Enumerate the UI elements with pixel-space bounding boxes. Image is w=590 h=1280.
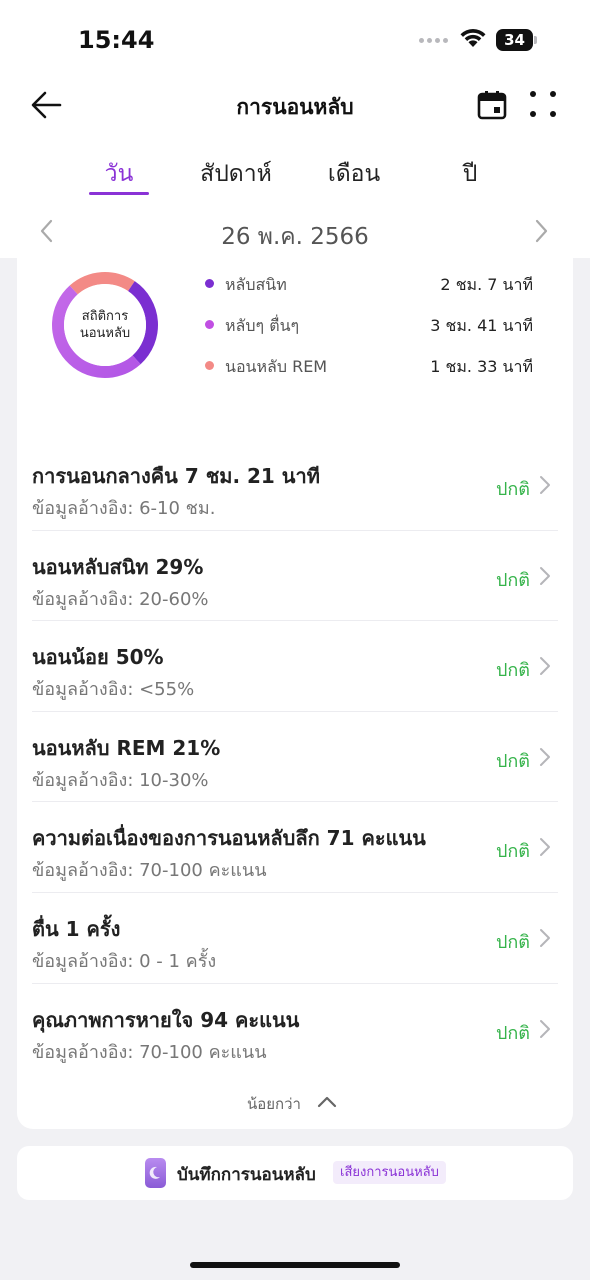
metric-reference: ข้อมูลอ้างอิง: 20-60% bbox=[32, 588, 209, 610]
show-less-label: น้อยกว่า bbox=[247, 1095, 301, 1113]
sleep-record-label: บันทึกการนอนหลับ bbox=[177, 1165, 316, 1185]
chevron-right-icon bbox=[540, 747, 550, 766]
legend-item-rem: นอนหลับ REM 1 ชม. 33 นาที bbox=[203, 352, 533, 393]
signal-icon bbox=[419, 38, 448, 43]
metric-reference: ข้อมูลอ้างอิง: 70-100 คะแนน bbox=[32, 860, 267, 882]
metric-status: ปกติ bbox=[495, 1022, 530, 1044]
metric-reference: ข้อมูลอ้างอิง: 6-10 ชม. bbox=[32, 498, 216, 519]
metric-title: นอนน้อย 50% bbox=[32, 645, 164, 670]
chevron-right-icon bbox=[540, 566, 550, 585]
metric-row-deep-continuity[interactable]: ความต่อเนื่องของการนอนหลับลึก 71 คะแนน ข… bbox=[32, 802, 558, 893]
metric-title: การนอนกลางคืน 7 ชม. 21 นาที bbox=[32, 464, 320, 488]
current-date: 26 พ.ค. 2566 bbox=[221, 224, 369, 250]
legend-item-light: หลับๆ ตื่นๆ 3 ชม. 41 นาที bbox=[203, 311, 533, 352]
donut-label-line2: นอนหลับ bbox=[79, 326, 131, 341]
show-less-toggle[interactable]: น้อยกว่า bbox=[17, 1088, 573, 1116]
status-bar: 15:44 34 bbox=[0, 0, 590, 80]
metric-title: นอนหลับสนิท 29% bbox=[32, 554, 204, 579]
metric-list: การนอนกลางคืน 7 ชม. 21 นาที ข้อมูลอ้างอิ… bbox=[32, 440, 558, 1074]
chevron-right-icon bbox=[540, 476, 550, 494]
metric-status: ปกติ bbox=[495, 931, 530, 953]
metric-status: ปกติ bbox=[495, 660, 530, 682]
moon-icon bbox=[145, 1158, 166, 1188]
status-time: 15:44 bbox=[78, 26, 155, 54]
metric-status: ปกติ bbox=[495, 750, 530, 772]
legend-value: 1 ชม. 33 นาที bbox=[430, 357, 533, 376]
chevron-up-icon bbox=[317, 1096, 337, 1108]
metric-reference: ข้อมูลอ้างอิง: 0 - 1 ครั้ง bbox=[32, 950, 217, 972]
donut-center-label: สถิติการ นอนหลับ bbox=[65, 308, 145, 342]
date-navigator: 26 พ.ค. 2566 bbox=[0, 210, 590, 256]
metric-row-night-sleep[interactable]: การนอนกลางคืน 7 ชม. 21 นาที ข้อมูลอ้างอิ… bbox=[32, 440, 558, 531]
metric-row-rem-sleep[interactable]: นอนหลับ REM 21% ข้อมูลอ้างอิง: 10-30% ปก… bbox=[32, 712, 558, 803]
sleep-stats-card: สถิติการ นอนหลับ หลับสนิท 2 ชม. 7 นาที ห… bbox=[17, 258, 573, 1129]
sleep-legend: หลับสนิท 2 ชม. 7 นาที หลับๆ ตื่นๆ 3 ชม. … bbox=[203, 270, 533, 393]
chevron-right-icon bbox=[540, 1019, 550, 1038]
tab-week[interactable]: สัปดาห์ bbox=[186, 156, 286, 192]
tab-day[interactable]: วัน bbox=[89, 156, 149, 192]
metric-title: นอนหลับ REM 21% bbox=[32, 735, 221, 760]
legend-item-deep: หลับสนิท 2 ชม. 7 นาที bbox=[203, 270, 533, 311]
sleep-record-button[interactable]: บันทึกการนอนหลับ เสียงการนอนหลับ bbox=[17, 1146, 573, 1200]
metric-reference: ข้อมูลอ้างอิง: 70-100 คะแนน bbox=[32, 1041, 267, 1063]
metric-row-deep-sleep[interactable]: นอนหลับสนิท 29% ข้อมูลอ้างอิง: 20-60% ปก… bbox=[32, 531, 558, 622]
chevron-right-icon bbox=[540, 838, 550, 857]
metric-title: คุณภาพการหายใจ 94 คะแนน bbox=[32, 1007, 300, 1032]
metric-status: ปกติ bbox=[495, 569, 530, 591]
tab-underline bbox=[89, 192, 149, 195]
metric-title: ตื่น 1 ครั้ง bbox=[32, 916, 121, 941]
battery-icon: 34 bbox=[496, 29, 538, 51]
battery-level: 34 bbox=[496, 29, 533, 51]
metric-row-wake-count[interactable]: ตื่น 1 ครั้ง ข้อมูลอ้างอิง: 0 - 1 ครั้ง … bbox=[32, 893, 558, 984]
metric-row-breathing-quality[interactable]: คุณภาพการหายใจ 94 คะแนน ข้อมูลอ้างอิง: 7… bbox=[32, 984, 558, 1075]
chevron-right-icon[interactable] bbox=[530, 218, 552, 244]
metric-reference: ข้อมูลอ้างอิง: 10-30% bbox=[32, 769, 209, 791]
metric-row-light-sleep[interactable]: นอนน้อย 50% ข้อมูลอ้างอิง: <55% ปกติ bbox=[32, 621, 558, 712]
legend-label: หลับๆ ตื่นๆ bbox=[225, 316, 300, 335]
legend-dot bbox=[205, 279, 214, 288]
metric-title: ความต่อเนื่องของการนอนหลับลึก 71 คะแนน bbox=[32, 826, 426, 851]
legend-label: นอนหลับ REM bbox=[225, 357, 328, 376]
calendar-icon[interactable] bbox=[476, 89, 508, 121]
metric-status: ปกติ bbox=[495, 841, 530, 863]
chevron-right-icon bbox=[540, 657, 550, 676]
sleep-sound-badge: เสียงการนอนหลับ bbox=[333, 1161, 446, 1184]
legend-value: 2 ชม. 7 นาที bbox=[440, 275, 533, 294]
legend-label: หลับสนิท bbox=[225, 275, 287, 294]
metric-status: ปกติ bbox=[495, 479, 530, 500]
period-tabs: วัน สัปดาห์ เดือน ปี bbox=[0, 150, 590, 198]
metric-reference: ข้อมูลอ้างอิง: <55% bbox=[32, 679, 195, 701]
legend-dot bbox=[205, 320, 214, 329]
chevron-right-icon bbox=[540, 928, 550, 947]
wifi-icon bbox=[460, 29, 486, 47]
header: การนอนหลับ bbox=[0, 80, 590, 132]
home-indicator bbox=[190, 1262, 400, 1268]
donut-label-line1: สถิติการ bbox=[81, 309, 129, 324]
grid-dots-icon[interactable] bbox=[528, 89, 558, 119]
legend-dot bbox=[205, 361, 214, 370]
legend-value: 3 ชม. 41 นาที bbox=[430, 316, 533, 335]
tab-year[interactable]: ปี bbox=[446, 156, 494, 192]
tab-month[interactable]: เดือน bbox=[316, 156, 392, 192]
